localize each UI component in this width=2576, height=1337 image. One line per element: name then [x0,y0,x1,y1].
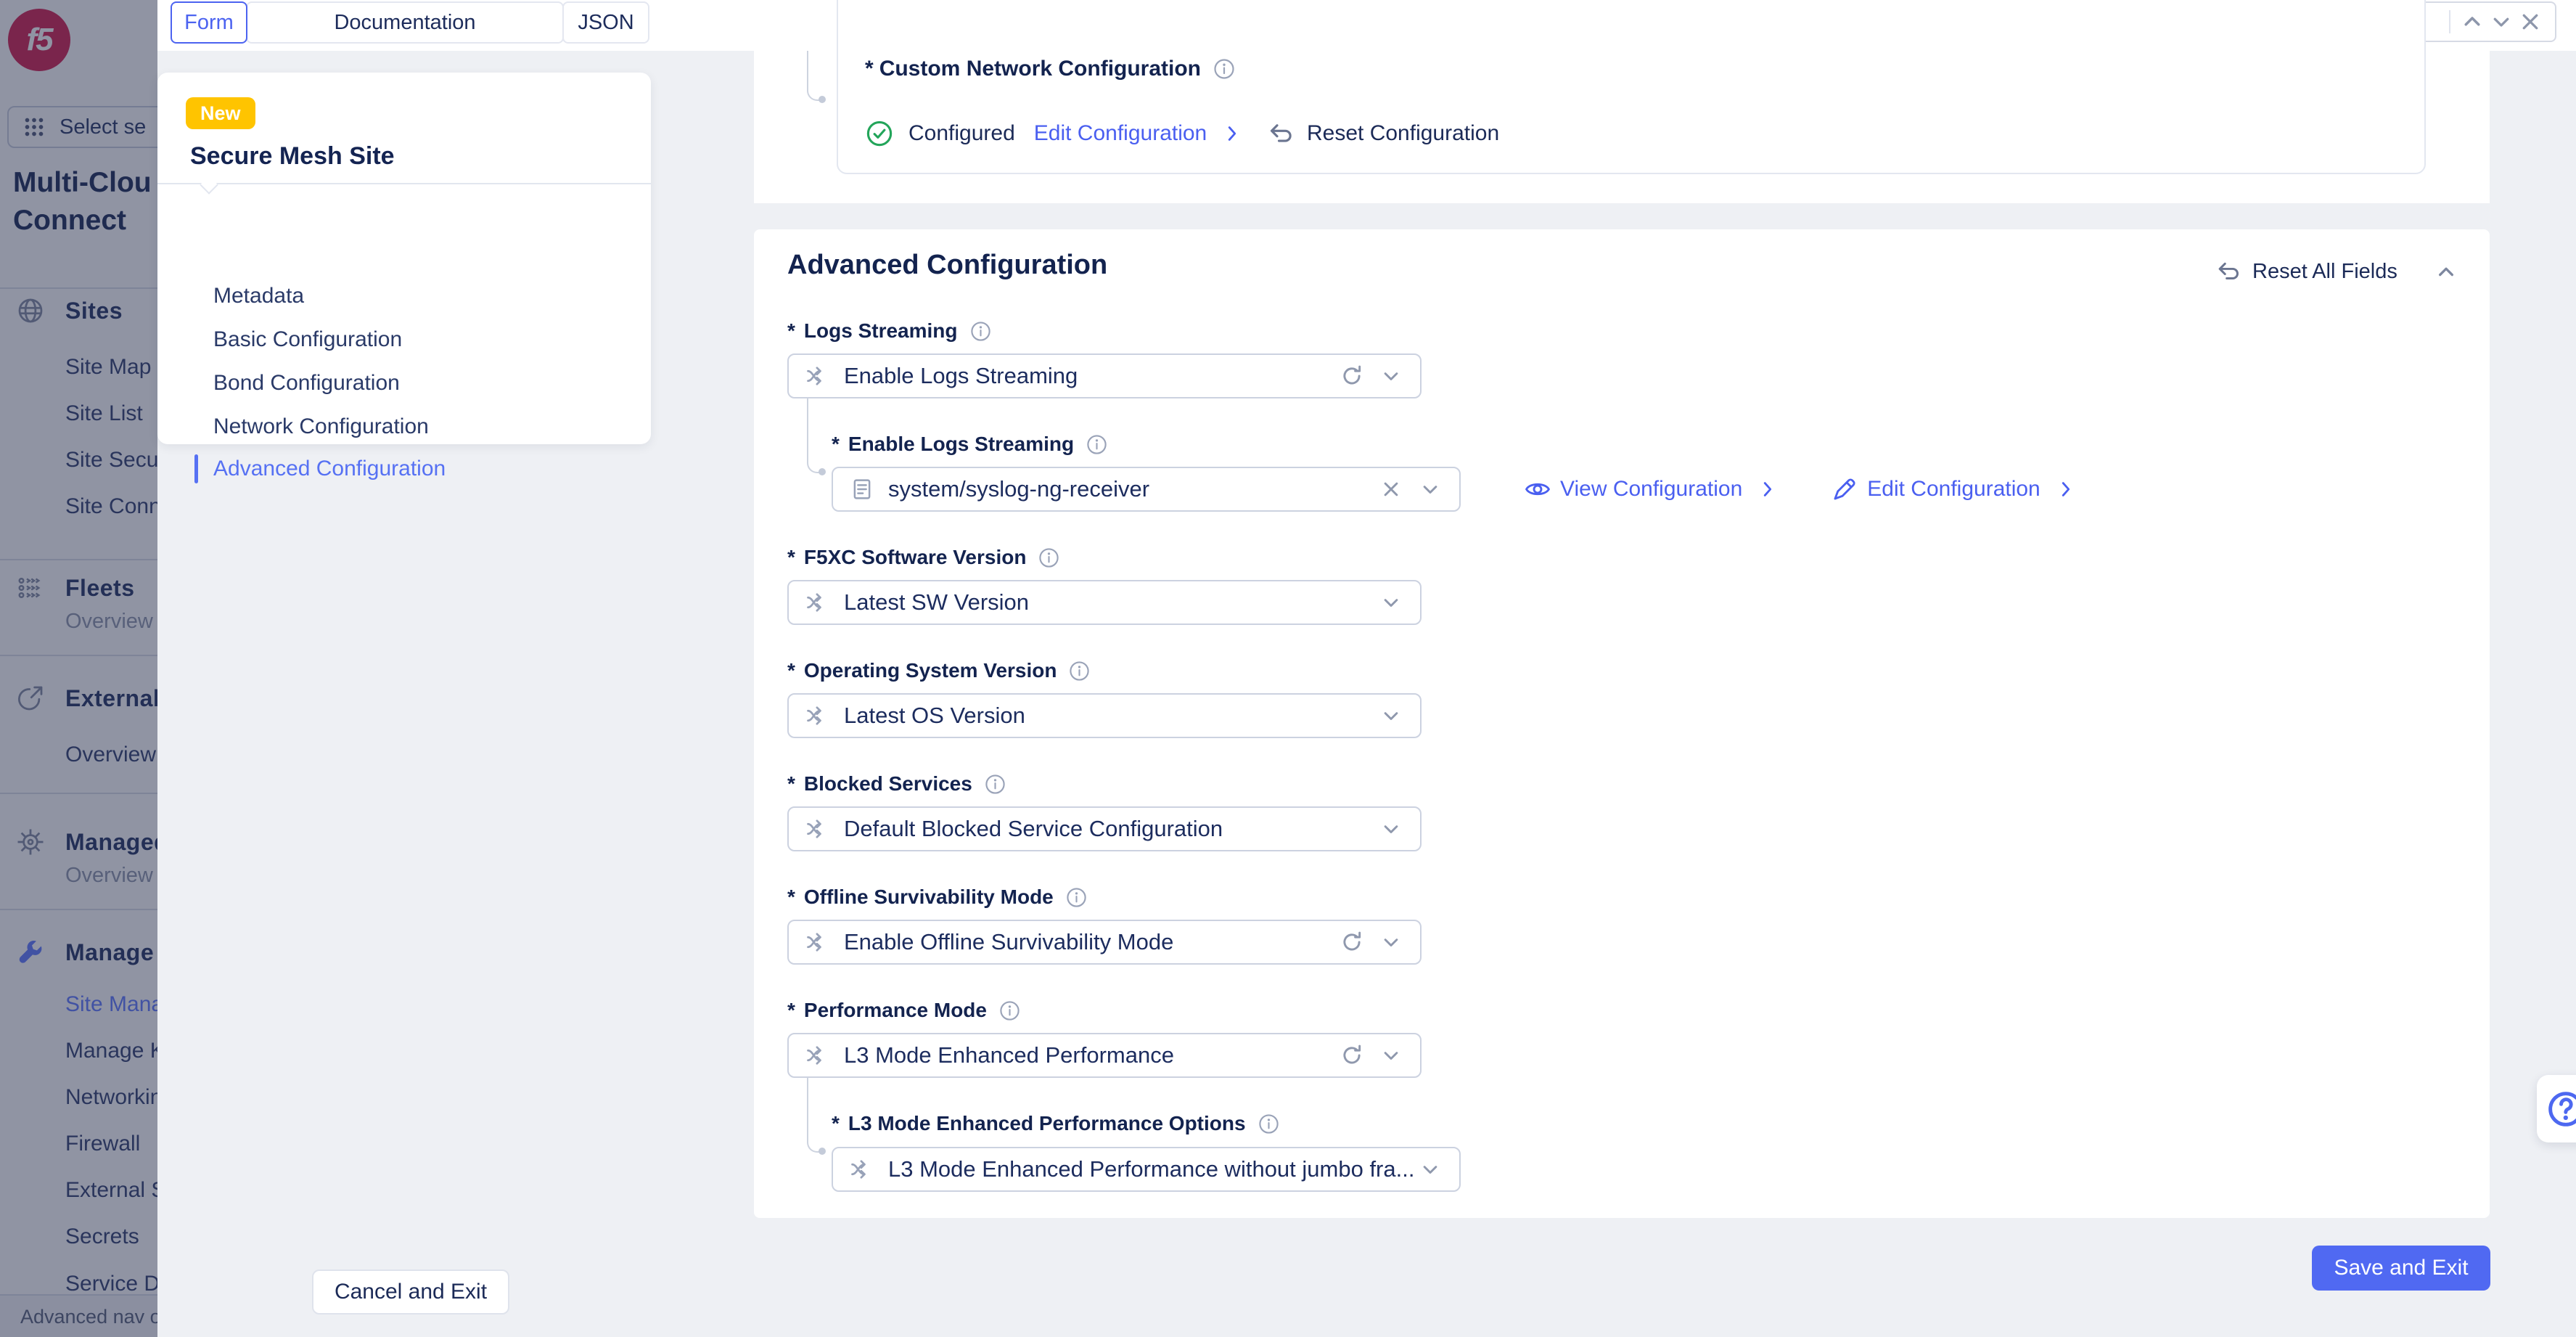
offline-survivability-mode-label: *Offline Survivability Mode [787,886,1088,909]
tree-connector-dot [819,468,826,475]
refresh-icon[interactable] [1339,1042,1365,1068]
nav-collapse-notch[interactable] [200,176,218,194]
undo-icon [1266,119,1295,148]
l3-mode-options-select[interactable]: L3 Mode Enhanced Performance without jum… [832,1147,1461,1192]
performance-mode-label: *Performance Mode [787,999,1021,1022]
tree-connector-dot [819,96,826,103]
reset-all-fields-section-button[interactable]: Reset All Fields [2215,255,2397,287]
pen-icon [1831,475,1858,503]
tree-connector [807,398,821,473]
form-nav-network-configuration[interactable]: Network Configuration [157,406,651,447]
operating-system-version-select[interactable]: Latest OS Version [787,693,1422,738]
blocked-services-label: *Blocked Services [787,772,1006,796]
reset-configuration-button[interactable]: Reset Configuration [1266,118,1499,150]
blocked-services-select[interactable]: Default Blocked Service Configuration [787,806,1422,851]
edit-configuration-link[interactable]: Edit Configuration [1831,475,2076,503]
undo-icon [2215,258,2242,285]
search-prev-icon[interactable] [2458,7,2487,36]
form-title: Secure Mesh Site [190,142,395,171]
shuffle-icon [805,929,831,955]
tree-connector [807,1078,821,1153]
chevron-down-icon [1378,816,1404,842]
chevron-down-icon [1378,929,1404,955]
document-icon [849,476,875,502]
custom-network-status: Configured Edit Configuration [865,118,1243,150]
status-text: Configured [908,121,1015,146]
form-nav-bond-configuration[interactable]: Bond Configuration [157,363,651,404]
tree-connector [807,51,821,101]
info-icon[interactable] [969,320,992,343]
info-icon[interactable] [1258,1113,1280,1135]
f5xc-software-version-label: *F5XC Software Version [787,546,1060,569]
required-marker: * [865,57,874,81]
form-nav-advanced-configuration[interactable]: Advanced Configuration [157,449,651,489]
form-nav-card: New Secure Mesh Site Metadata Basic Conf… [157,73,651,444]
refresh-icon[interactable] [1339,929,1365,955]
shuffle-icon [805,1042,831,1068]
custom-network-label: * Custom Network Configuration [865,57,1236,81]
shuffle-icon [849,1156,875,1182]
view-configuration-link[interactable]: View Configuration [1524,475,1779,503]
nav-divider [157,183,651,184]
modal-dim-overlay [0,0,157,1337]
performance-mode-select[interactable]: L3 Mode Enhanced Performance [787,1033,1422,1078]
info-icon[interactable] [1065,886,1088,909]
shuffle-icon [805,589,831,616]
chevron-down-icon [1417,1156,1443,1182]
chevron-down-icon [1378,703,1404,729]
enable-logs-streaming-select[interactable]: system/syslog-ng-receiver [832,467,1461,512]
refresh-icon[interactable] [1339,363,1365,389]
eye-icon [1524,475,1551,503]
shuffle-icon [805,703,831,729]
logs-streaming-label: *Logs Streaming [787,319,992,343]
tab-documentation[interactable]: Documentation [246,1,564,44]
info-icon[interactable] [1213,57,1236,81]
form-nav-basic-configuration[interactable]: Basic Configuration [157,319,651,360]
search-close-icon[interactable] [2516,7,2545,36]
offline-survivability-mode-select[interactable]: Enable Offline Survivability Mode [787,920,1422,965]
chevron-down-icon [1378,363,1404,389]
edit-configuration-link[interactable]: Edit Configuration [1034,121,1243,146]
save-and-exit-button[interactable]: Save and Exit [2312,1246,2490,1291]
collapse-section-icon[interactable] [2432,258,2460,286]
chevron-down-icon [1378,589,1404,616]
l3-mode-options-label: *L3 Mode Enhanced Performance Options [832,1112,1280,1135]
info-icon[interactable] [1086,433,1108,456]
cancel-and-exit-button[interactable]: Cancel and Exit [312,1269,509,1314]
search-next-icon[interactable] [2487,7,2516,36]
chevron-right-icon [2055,478,2077,500]
logs-streaming-select[interactable]: Enable Logs Streaming [787,353,1422,398]
search-divider [2449,10,2450,33]
info-icon[interactable] [1068,660,1091,682]
operating-system-version-label: *Operating System Version [787,659,1091,682]
check-circle-icon [865,119,894,148]
tree-connector-dot [819,1148,826,1155]
new-badge: New [186,97,255,129]
clear-icon[interactable] [1378,476,1404,502]
chevron-right-icon [1221,123,1243,144]
form-nav-metadata[interactable]: Metadata [157,276,651,316]
help-button[interactable] [2537,1075,2576,1142]
f5xc-software-version-select[interactable]: Latest SW Version [787,580,1422,625]
info-icon[interactable] [984,773,1006,796]
enable-logs-streaming-label: *Enable Logs Streaming [832,433,1108,456]
info-icon[interactable] [998,999,1021,1022]
chevron-down-icon [1378,1042,1404,1068]
shuffle-icon [805,363,831,389]
tab-json[interactable]: JSON [562,1,649,44]
help-icon [2546,1089,2576,1129]
advanced-configuration-title: Advanced Configuration [787,250,1107,281]
shuffle-icon [805,816,831,842]
chevron-down-icon [1417,476,1443,502]
chevron-right-icon [1757,478,1779,500]
tab-form[interactable]: Form [171,1,247,44]
info-icon[interactable] [1038,547,1060,569]
